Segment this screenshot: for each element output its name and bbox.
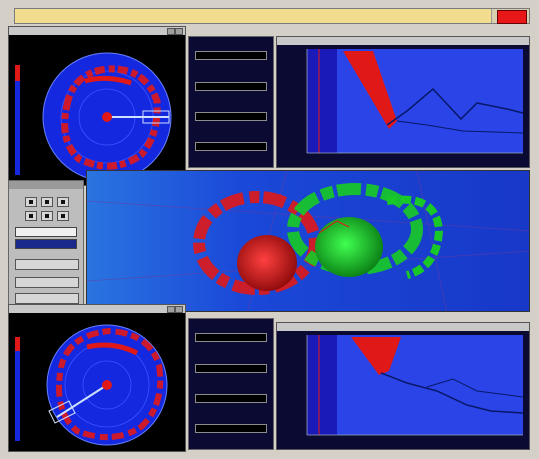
square-icon (61, 200, 65, 204)
square-icon (45, 200, 49, 204)
readout-top-value-4 (195, 142, 267, 151)
control-button-2[interactable] (41, 197, 53, 207)
readout-bottom-value-4 (195, 424, 267, 433)
close-icon[interactable] (175, 28, 183, 35)
maximize-icon[interactable] (167, 28, 175, 35)
readout-bottom-value-1 (195, 333, 267, 342)
profile-plot-window-bottom (276, 322, 530, 450)
square-icon (29, 214, 33, 218)
color-scale-high (15, 337, 20, 351)
control-panel (8, 180, 84, 308)
control-panel-title (9, 181, 83, 189)
control-field-1[interactable] (15, 227, 77, 237)
control-action-button-2[interactable] (15, 277, 79, 288)
radar-svg-bottom (9, 313, 185, 451)
profile-plot-window-top (276, 36, 530, 168)
red-echo-core (237, 235, 297, 291)
readout-top-value-3 (195, 112, 267, 121)
radar-center-marker (102, 380, 112, 390)
control-button-1[interactable] (25, 197, 37, 207)
control-field-selected[interactable] (15, 239, 77, 249)
close-icon[interactable] (175, 306, 183, 313)
radar-svg-top (9, 35, 185, 185)
menu-bar (14, 8, 530, 24)
alarm-indicator[interactable] (497, 10, 527, 24)
profile-plot-bottom[interactable] (277, 331, 529, 449)
color-scale-bar (15, 65, 20, 175)
readout-top-value-1 (195, 51, 267, 60)
square-icon (61, 214, 65, 218)
readout-bottom-value-2 (195, 364, 267, 373)
menu-strip (15, 9, 492, 23)
readout-panel-top (188, 36, 274, 168)
green-echo-core (315, 217, 383, 277)
control-button-6[interactable] (57, 211, 69, 221)
square-icon (29, 200, 33, 204)
readout-top-value-2 (195, 82, 267, 91)
readout-bottom-value-3 (195, 394, 267, 403)
color-scale-high (15, 65, 20, 81)
radar-display-top[interactable] (9, 35, 185, 185)
radar-window-top (8, 26, 186, 186)
control-button-5[interactable] (41, 211, 53, 221)
3d-echo-svg (87, 171, 529, 311)
radar-center-marker (102, 112, 112, 122)
square-icon (45, 214, 49, 218)
readout-panel-bottom (188, 318, 274, 450)
maximize-icon[interactable] (167, 306, 175, 313)
3d-echo-view[interactable] (86, 170, 530, 312)
control-action-button-3[interactable] (15, 293, 79, 304)
color-scale-bar (15, 337, 20, 441)
control-action-button-1[interactable] (15, 259, 79, 270)
radar-window-bottom (8, 304, 186, 452)
control-button-3[interactable] (57, 197, 69, 207)
profile-plot-top[interactable] (277, 45, 529, 167)
sea-surface (87, 171, 529, 311)
radar-display-bottom[interactable] (9, 313, 185, 451)
control-button-4[interactable] (25, 211, 37, 221)
